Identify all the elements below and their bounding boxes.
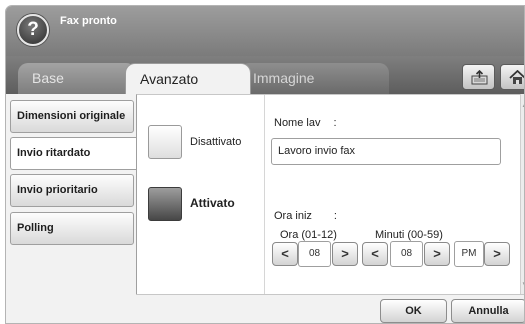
fax-settings-screen: ? Fax pronto Base Immagine Avanzato Dime… <box>5 5 525 324</box>
minutes-increment-button[interactable]: > <box>424 242 450 266</box>
help-icon: ? <box>27 19 39 40</box>
nav-item-dimensioni-originale[interactable]: Dimensioni originale <box>10 100 134 133</box>
home-button[interactable] <box>500 64 524 90</box>
option-disattivato-button[interactable] <box>148 125 182 159</box>
start-time-separator: : <box>333 210 337 222</box>
header-bar: ? Fax pronto <box>6 6 524 56</box>
nav-item-invio-ritardato[interactable]: Invio ritardato <box>10 137 138 170</box>
ok-button[interactable]: OK <box>380 299 447 323</box>
export-icon <box>471 70 488 85</box>
home-icon <box>509 70 524 84</box>
hour-value[interactable]: 08 <box>298 241 331 267</box>
start-time-label: Ora iniz: <box>274 210 337 222</box>
job-name-field[interactable]: Lavoro invio fax <box>271 138 501 165</box>
left-nav: Dimensioni originale Invio ritardato Inv… <box>6 94 138 323</box>
footer-bar: OK Annulla <box>136 294 524 323</box>
hour-increment-button[interactable]: > <box>332 242 358 266</box>
scroll-up-icon[interactable]: ▲ <box>521 100 524 109</box>
start-time-label-text: Ora iniz <box>274 210 312 222</box>
content-panel: Disattivato Attivato Nome lav: Lavoro in… <box>136 94 520 295</box>
job-name-label: Nome lav: <box>274 117 337 129</box>
tab-immagine[interactable]: Immagine <box>239 63 389 94</box>
content-scrollbar[interactable]: ▲ ▼ <box>520 94 524 294</box>
hour-decrement-button[interactable]: < <box>272 242 298 266</box>
option-disattivato-label[interactable]: Disattivato <box>190 136 241 148</box>
minutes-label: Minuti (00-59) <box>375 229 443 241</box>
option-attivato-label[interactable]: Attivato <box>190 196 235 210</box>
job-name-label-text: Nome lav <box>274 117 321 129</box>
ampm-toggle-button[interactable]: > <box>484 242 510 266</box>
job-name-separator: : <box>333 117 337 129</box>
minutes-value[interactable]: 08 <box>390 241 423 267</box>
tab-avanzato[interactable]: Avanzato <box>125 63 251 94</box>
help-button[interactable]: ? <box>17 14 49 46</box>
minutes-decrement-button[interactable]: < <box>362 242 388 266</box>
scroll-down-icon[interactable]: ▼ <box>521 280 524 289</box>
export-button[interactable] <box>462 64 495 90</box>
ampm-value[interactable]: PM <box>454 241 484 267</box>
tab-bar: Base Immagine Avanzato <box>6 56 524 94</box>
nav-item-polling[interactable]: Polling <box>10 212 134 245</box>
cancel-button[interactable]: Annulla <box>451 299 524 323</box>
option-attivato-button[interactable] <box>148 187 182 221</box>
hour-label: Ora (01-12) <box>280 229 337 241</box>
panel-divider <box>264 95 265 295</box>
tab-base[interactable]: Base <box>18 63 136 94</box>
app-title: Fax pronto <box>60 15 117 27</box>
nav-item-invio-prioritario[interactable]: Invio prioritario <box>10 174 134 207</box>
